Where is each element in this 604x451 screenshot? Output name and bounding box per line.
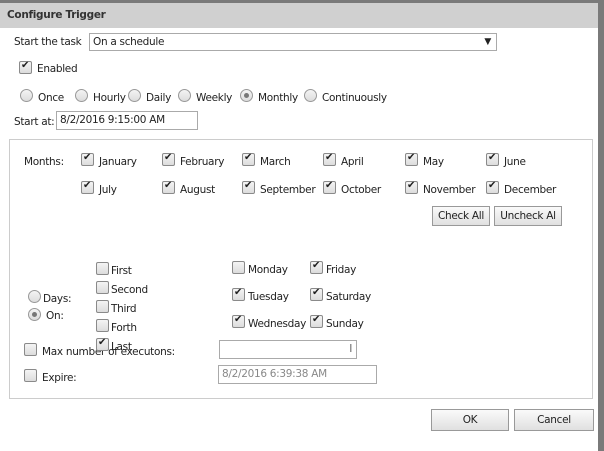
frequency-label-hourly: Hourly <box>93 92 126 104</box>
frequency-label-once: Once <box>38 92 64 104</box>
max-exec-checkbox[interactable] <box>24 343 37 356</box>
month-label: October <box>341 184 381 196</box>
frequency-label-monthly: Monthly <box>258 92 298 104</box>
dropdown-arrow-icon: ▼ <box>484 37 491 47</box>
month-label: March <box>260 156 291 168</box>
month-label: January <box>99 156 137 168</box>
start-at-label: Start at: <box>14 116 55 128</box>
month-label: April <box>341 156 364 168</box>
max-exec-input[interactable]: l <box>219 340 357 359</box>
enabled-label: Enabled <box>37 63 78 75</box>
month-checkbox-april[interactable] <box>323 152 336 166</box>
ok-button[interactable]: OK <box>431 409 509 431</box>
month-checkbox-august[interactable] <box>162 180 175 194</box>
month-checkbox-july[interactable] <box>81 180 94 194</box>
enabled-checkbox[interactable] <box>19 60 32 74</box>
week-checkbox-second[interactable] <box>96 281 109 294</box>
weekday-checkbox-sunday[interactable] <box>310 314 323 328</box>
start-task-select[interactable]: On a schedule ▼ <box>89 33 497 51</box>
expire-checkbox[interactable] <box>24 369 37 382</box>
check-all-button[interactable]: Check All <box>432 206 490 226</box>
month-label: September <box>260 184 316 196</box>
months-label: Months: <box>24 156 64 168</box>
dialog-title: Configure Trigger <box>0 3 598 28</box>
frequency-label-daily: Daily <box>146 92 172 104</box>
on-label: On: <box>46 310 64 322</box>
frequency-label-weekly: Weekly <box>196 92 233 104</box>
start-task-value: On a schedule <box>93 36 165 48</box>
month-label: May <box>423 156 444 168</box>
frequency-radio-weekly[interactable] <box>178 89 191 102</box>
configure-trigger-dialog: Configure Trigger Start the task On a sc… <box>0 3 598 451</box>
month-checkbox-november[interactable] <box>405 180 418 194</box>
weekday-label: Sunday <box>326 318 364 330</box>
week-label: Forth <box>111 322 137 334</box>
month-label: February <box>180 156 225 168</box>
month-checkbox-june[interactable] <box>486 152 499 166</box>
weekday-checkbox-saturday[interactable] <box>310 287 323 301</box>
on-radio[interactable] <box>28 308 41 321</box>
month-label: December <box>504 184 557 196</box>
weekday-label: Wednesday <box>248 318 307 330</box>
weekday-label: Saturday <box>326 291 371 303</box>
month-checkbox-october[interactable] <box>323 180 336 194</box>
month-label: August <box>180 184 215 196</box>
uncheck-all-button[interactable]: Uncheck Al <box>494 206 562 226</box>
month-checkbox-february[interactable] <box>162 152 175 166</box>
month-checkbox-december[interactable] <box>486 180 499 194</box>
week-checkbox-first[interactable] <box>96 262 109 275</box>
frequency-radio-monthly[interactable] <box>240 89 253 102</box>
month-label: November <box>423 184 476 196</box>
month-checkbox-january[interactable] <box>81 152 94 166</box>
frequency-radio-daily[interactable] <box>128 89 141 102</box>
frequency-radio-continuously[interactable] <box>304 89 317 102</box>
weekday-checkbox-wednesday[interactable] <box>232 314 245 328</box>
weekday-label: Monday <box>248 264 288 276</box>
cancel-button[interactable]: Cancel <box>514 409 594 431</box>
week-label: Last <box>111 341 132 353</box>
month-checkbox-may[interactable] <box>405 152 418 166</box>
week-checkbox-last[interactable] <box>96 337 109 351</box>
week-checkbox-forth[interactable] <box>96 319 109 332</box>
month-label: June <box>504 156 526 168</box>
days-label: Days: <box>43 293 72 305</box>
start-task-label: Start the task <box>14 36 82 48</box>
weekday-label: Tuesday <box>248 291 289 303</box>
frequency-radio-once[interactable] <box>20 89 33 102</box>
weekday-checkbox-friday[interactable] <box>310 260 323 274</box>
frequency-radio-hourly[interactable] <box>75 89 88 102</box>
month-checkbox-march[interactable] <box>242 152 255 166</box>
month-checkbox-september[interactable] <box>242 180 255 194</box>
weekday-checkbox-tuesday[interactable] <box>232 287 245 301</box>
weekday-checkbox-monday[interactable] <box>232 261 245 274</box>
week-label: First <box>111 265 132 277</box>
week-label: Third <box>111 303 137 315</box>
weekday-label: Friday <box>326 264 357 276</box>
start-at-input[interactable]: 8/2/2016 9:15:00 AM <box>56 111 198 130</box>
expire-label: Expire: <box>42 372 77 384</box>
week-label: Second <box>111 284 148 296</box>
expire-input[interactable]: 8/2/2016 6:39:38 AM <box>218 365 377 384</box>
days-radio[interactable] <box>28 290 41 303</box>
frequency-label-continuously: Continuously <box>322 92 387 104</box>
week-checkbox-third[interactable] <box>96 300 109 313</box>
month-label: July <box>99 184 117 196</box>
